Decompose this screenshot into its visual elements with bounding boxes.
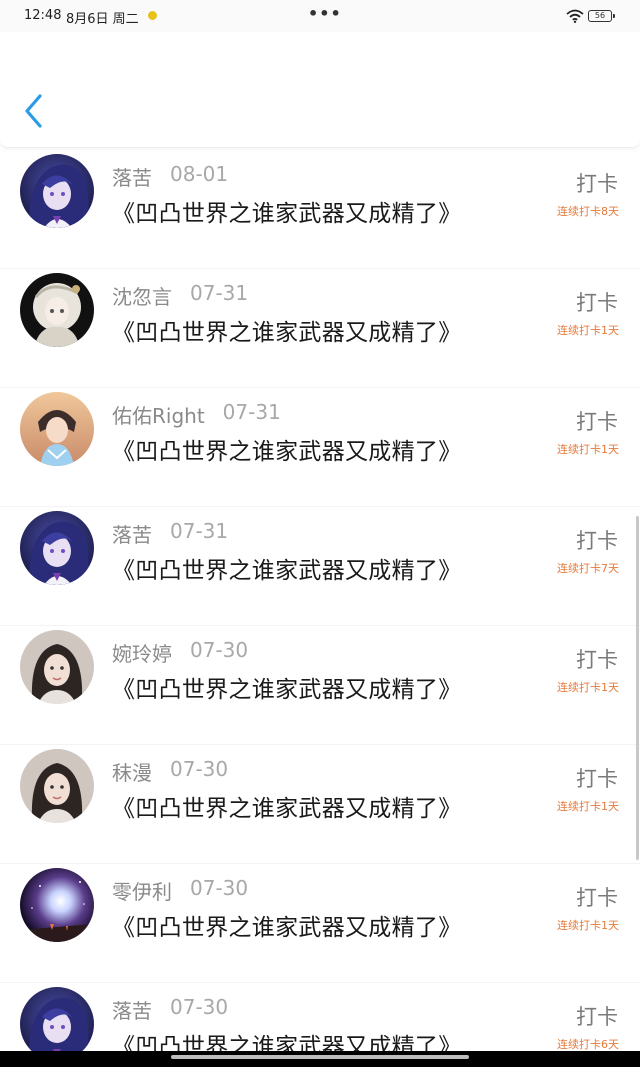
streak-count: 连续打卡1天 [557, 919, 619, 932]
checkin-date: 07-31 [190, 281, 249, 305]
user-avatar[interactable] [20, 154, 94, 228]
checkin-row[interactable]: 婉玲婷 07-30 《凹凸世界之谁家武器又成精了》 打卡连续打卡1天 [0, 626, 640, 745]
user-name[interactable]: 落苦 [112, 519, 152, 548]
user-name[interactable]: 沈忽言 [112, 281, 172, 310]
checkin-date: 07-30 [190, 876, 249, 900]
book-title[interactable]: 《凹凸世界之谁家武器又成精了》 [112, 194, 462, 228]
streak-count: 连续打卡7天 [557, 562, 619, 575]
user-name[interactable]: 佑佑Right [112, 400, 205, 429]
checkin-label: 打卡 [576, 410, 618, 434]
book-title[interactable]: 《凹凸世界之谁家武器又成精了》 [112, 670, 462, 704]
checkin-label: 打卡 [576, 648, 618, 672]
system-nav-bar [0, 1051, 640, 1067]
back-chevron-icon[interactable] [18, 90, 52, 130]
header [0, 32, 640, 148]
wifi-icon [566, 9, 584, 23]
checkin-date: 07-30 [170, 995, 229, 1019]
book-title[interactable]: 《凹凸世界之谁家武器又成精了》 [112, 432, 462, 466]
user-avatar[interactable] [20, 868, 94, 942]
book-title[interactable]: 《凹凸世界之谁家武器又成精了》 [112, 313, 462, 347]
checkin-label: 打卡 [576, 1005, 618, 1029]
checkin-date: 07-31 [222, 400, 281, 424]
checkin-date: 07-30 [190, 638, 249, 662]
battery-icon: 56 [588, 10, 615, 22]
user-name[interactable]: 婉玲婷 [112, 638, 172, 667]
user-avatar[interactable] [20, 630, 94, 704]
checkin-row[interactable]: 佑佑Right 07-31 《凹凸世界之谁家武器又成精了》 打卡连续打卡1天 [0, 388, 640, 507]
book-title[interactable]: 《凹凸世界之谁家武器又成精了》 [112, 551, 462, 585]
status-bar: 12:48 8月6日 周二 ••• 56 [0, 0, 640, 32]
status-time: 12:48 [24, 8, 62, 23]
user-name[interactable]: 落苦 [112, 162, 152, 191]
checkin-row[interactable]: 秣漫 07-30 《凹凸世界之谁家武器又成精了》 打卡连续打卡1天 [0, 745, 640, 864]
checkin-row[interactable]: 落苦 07-31 《凹凸世界之谁家武器又成精了》 打卡连续打卡7天 [0, 507, 640, 626]
checkin-date: 07-31 [170, 519, 229, 543]
user-avatar[interactable] [20, 392, 94, 466]
user-avatar[interactable] [20, 749, 94, 823]
user-name[interactable]: 零伊利 [112, 876, 172, 905]
streak-count: 连续打卡6天 [557, 1038, 619, 1051]
status-date: 8月6日 周二 [66, 12, 139, 27]
user-avatar[interactable] [20, 511, 94, 585]
notification-dot-icon [148, 11, 157, 20]
scrollbar[interactable] [636, 516, 639, 860]
home-indicator[interactable] [171, 1055, 469, 1059]
streak-count: 连续打卡1天 [557, 443, 619, 456]
book-title[interactable]: 《凹凸世界之谁家武器又成精了》 [112, 789, 462, 823]
streak-count: 连续打卡1天 [557, 324, 619, 337]
streak-count: 连续打卡1天 [557, 800, 619, 813]
checkin-date: 08-01 [170, 162, 229, 186]
checkin-label: 打卡 [576, 886, 618, 910]
user-avatar[interactable] [20, 273, 94, 347]
streak-count: 连续打卡1天 [557, 681, 619, 694]
checkin-date: 07-30 [170, 757, 229, 781]
checkin-label: 打卡 [576, 529, 618, 553]
app-root: 12:48 8月6日 周二 ••• 56 落苦 08-01 《凹凸世界之谁家武器又成… [0, 0, 640, 1067]
checkin-label: 打卡 [576, 172, 618, 196]
checkin-row[interactable]: 零伊利 07-30 《凹凸世界之谁家武器又成精了》 打卡连续打卡1天 [0, 864, 640, 983]
book-title[interactable]: 《凹凸世界之谁家武器又成精了》 [112, 908, 462, 942]
checkin-label: 打卡 [576, 767, 618, 791]
checkin-row[interactable]: 落苦 08-01 《凹凸世界之谁家武器又成精了》 打卡连续打卡8天 [0, 150, 640, 269]
streak-count: 连续打卡8天 [557, 205, 619, 218]
user-avatar[interactable] [20, 987, 94, 1061]
more-dots-icon[interactable]: ••• [308, 4, 342, 23]
user-name[interactable]: 秣漫 [112, 757, 152, 786]
user-name[interactable]: 落苦 [112, 995, 152, 1024]
checkin-label: 打卡 [576, 291, 618, 315]
checkin-row[interactable]: 沈忽言 07-31 《凹凸世界之谁家武器又成精了》 打卡连续打卡1天 [0, 269, 640, 388]
